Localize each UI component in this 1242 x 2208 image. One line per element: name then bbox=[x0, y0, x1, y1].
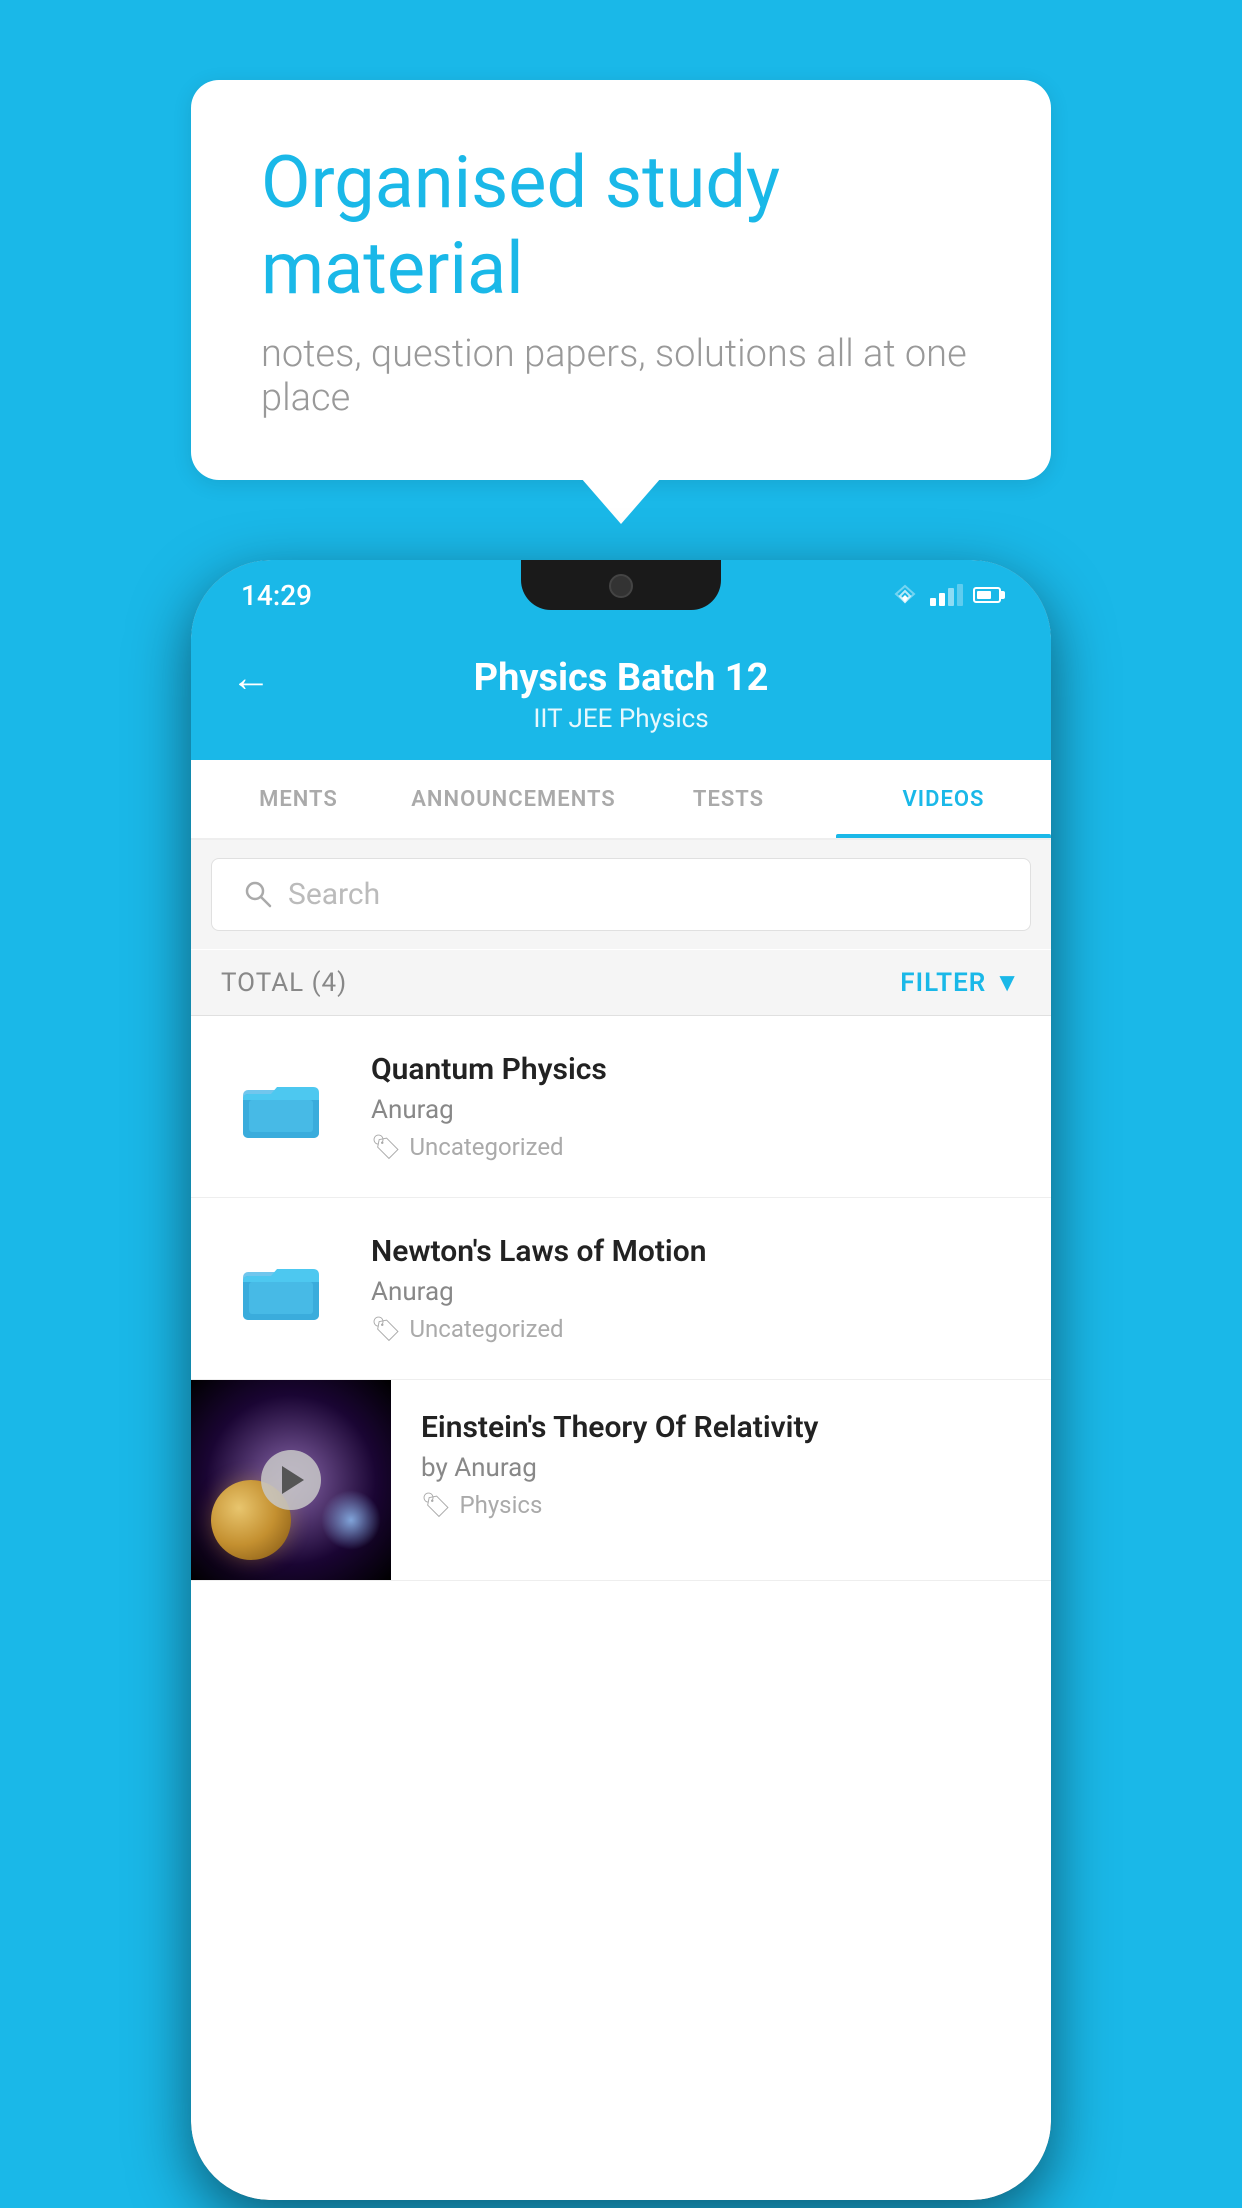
tab-tests[interactable]: TESTS bbox=[621, 760, 836, 838]
back-button[interactable]: ← bbox=[231, 658, 271, 698]
phone-screen: 14:29 bbox=[191, 560, 1051, 2200]
total-count: TOTAL (4) bbox=[221, 968, 347, 998]
video-tag: 🏷 Physics bbox=[421, 1491, 1021, 1519]
video-title: Einstein's Theory Of Relativity bbox=[421, 1410, 1021, 1445]
bubble-title: Organised study material bbox=[261, 140, 981, 313]
header-title: Physics Batch 12 bbox=[474, 656, 769, 700]
filter-icon: ▼ bbox=[994, 967, 1021, 998]
tag-label: Uncategorized bbox=[409, 1133, 563, 1161]
speech-bubble: Organised study material notes, question… bbox=[191, 80, 1051, 481]
tab-announcements[interactable]: ANNOUNCEMENTS bbox=[406, 760, 621, 838]
video-author: Anurag bbox=[371, 1095, 1021, 1125]
app-header: ← Physics Batch 12 IIT JEE Physics bbox=[191, 630, 1051, 760]
filter-bar: TOTAL (4) FILTER ▼ bbox=[191, 950, 1051, 1016]
filter-button[interactable]: FILTER ▼ bbox=[900, 967, 1021, 998]
battery-icon bbox=[973, 587, 1001, 603]
search-icon bbox=[242, 878, 272, 912]
front-camera bbox=[609, 574, 633, 598]
video-title: Quantum Physics bbox=[371, 1052, 1021, 1087]
folder-icon bbox=[221, 1057, 341, 1157]
tab-videos[interactable]: VIDEOS bbox=[836, 760, 1051, 838]
video-tag: 🏷 Uncategorized bbox=[371, 1315, 1021, 1343]
list-item[interactable]: Einstein's Theory Of Relativity by Anura… bbox=[191, 1380, 1051, 1581]
video-author: Anurag bbox=[371, 1277, 1021, 1307]
search-placeholder: Search bbox=[288, 877, 380, 912]
header-row: ← Physics Batch 12 bbox=[191, 656, 1051, 700]
video-author: by Anurag bbox=[421, 1453, 1021, 1483]
list-item[interactable]: Quantum Physics Anurag 🏷 Uncategorized bbox=[191, 1016, 1051, 1198]
status-time: 14:29 bbox=[241, 579, 312, 612]
signal-icon bbox=[930, 584, 963, 606]
tag-icon: 🏷 bbox=[421, 1491, 451, 1519]
filter-label: FILTER bbox=[900, 968, 986, 998]
header-subtitle: IIT JEE Physics bbox=[533, 704, 708, 734]
play-triangle-icon bbox=[282, 1466, 304, 1494]
phone-outer: 14:29 bbox=[191, 560, 1051, 2200]
tag-icon: 🏷 bbox=[371, 1315, 401, 1343]
tag-label: Uncategorized bbox=[409, 1315, 563, 1343]
tab-documents[interactable]: MENTS bbox=[191, 760, 406, 838]
folder-icon bbox=[221, 1239, 341, 1339]
video-thumbnail bbox=[191, 1380, 391, 1580]
phone-notch bbox=[521, 560, 721, 610]
video-title: Newton's Laws of Motion bbox=[371, 1234, 1021, 1269]
search-container: Search bbox=[191, 840, 1051, 949]
video-list: Quantum Physics Anurag 🏷 Uncategorized bbox=[191, 1016, 1051, 2200]
video-tag: 🏷 Uncategorized bbox=[371, 1133, 1021, 1161]
glow-decoration bbox=[321, 1490, 381, 1550]
list-item[interactable]: Newton's Laws of Motion Anurag 🏷 Uncateg… bbox=[191, 1198, 1051, 1380]
tabs-bar: MENTS ANNOUNCEMENTS TESTS VIDEOS bbox=[191, 760, 1051, 840]
search-bar[interactable]: Search bbox=[211, 858, 1031, 931]
video-info: Quantum Physics Anurag 🏷 Uncategorized bbox=[371, 1052, 1021, 1161]
video-info: Newton's Laws of Motion Anurag 🏷 Uncateg… bbox=[371, 1234, 1021, 1343]
bubble-subtitle: notes, question papers, solutions all at… bbox=[261, 332, 981, 420]
phone-frame: 14:29 bbox=[191, 560, 1051, 2200]
top-section: Organised study material notes, question… bbox=[0, 0, 1242, 560]
wifi-icon bbox=[890, 584, 920, 606]
tag-label: Physics bbox=[459, 1491, 542, 1519]
play-button[interactable] bbox=[261, 1450, 321, 1510]
tag-icon: 🏷 bbox=[371, 1133, 401, 1161]
status-icons bbox=[890, 584, 1001, 606]
video-info: Einstein's Theory Of Relativity by Anura… bbox=[391, 1380, 1051, 1549]
